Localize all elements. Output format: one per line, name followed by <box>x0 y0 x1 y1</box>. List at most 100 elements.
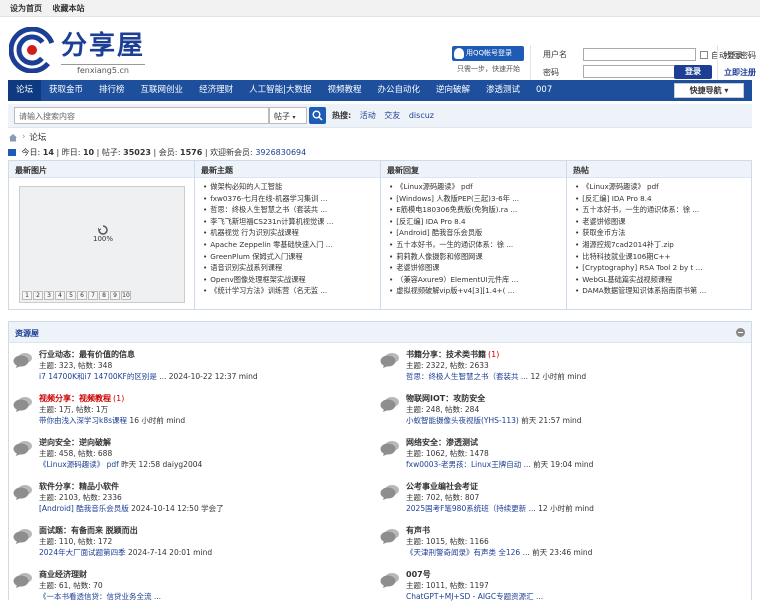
nav-item-startup[interactable]: 互联网创业 <box>133 80 192 101</box>
last-post-link[interactable]: 小蚁智能摄像头夜视版(YHS-113) <box>406 416 519 425</box>
slide-page-button[interactable]: 10 <box>121 291 131 300</box>
nav-item-forum[interactable]: 论坛 <box>8 80 42 101</box>
hot-post-link[interactable]: DAMA数据管理知识体系指南原书第 ... <box>575 285 747 297</box>
reply-link[interactable]: 五十本好书，一生的通识体系：徐 ... <box>389 239 562 251</box>
caret-down-icon: ▾ <box>724 86 729 95</box>
hot-search-link[interactable]: discuz <box>409 111 434 120</box>
hot-post-link[interactable]: 《Linux源码趣读》 pdf <box>575 181 747 193</box>
hot-post-link[interactable]: 老婆饼修图课 <box>575 216 747 228</box>
board-name[interactable]: 逆向安全：逆向破解 <box>39 438 111 447</box>
last-post-link[interactable]: 2024年大厂面试题第四季 <box>39 548 126 557</box>
board-name[interactable]: 物联网IOT：攻防安全 <box>406 394 485 403</box>
reply-link[interactable]: 莉莉教人像摄影和修图网课 <box>389 251 562 263</box>
last-post-link[interactable]: 带你由浅入深学习k8s课程 <box>39 416 127 425</box>
slide-page-button[interactable]: 4 <box>55 291 65 300</box>
slide-page-button[interactable]: 7 <box>88 291 98 300</box>
topic-link[interactable]: 做架构必知的人工智能 <box>203 181 376 193</box>
hot-post-link[interactable]: 比特科技就业课106期C++ <box>575 251 747 263</box>
board-name[interactable]: 有声书 <box>406 526 430 535</box>
nav-item-office[interactable]: 办公自动化 <box>369 80 428 101</box>
slide-page-button[interactable]: 9 <box>110 291 120 300</box>
logo-icon <box>8 26 56 74</box>
topic-link[interactable]: 哲思：终极人生智慧之书（套装共 ... <box>203 204 376 216</box>
new-member-link[interactable]: 3926830694 <box>255 148 306 157</box>
reply-link[interactable]: 老婆饼修图课 <box>389 262 562 274</box>
board-name[interactable]: 视频分享：视频教程 <box>39 394 111 403</box>
topic-link[interactable]: 李飞飞斯坦福CS231n计算机视觉课 ... <box>203 216 376 228</box>
hot-post-link[interactable]: 湘源控规7cad2014补丁.zip <box>575 239 747 251</box>
username-input[interactable] <box>583 48 696 61</box>
quick-nav-button[interactable]: 快捷导航 ▾ <box>674 83 744 98</box>
topic-link[interactable]: 《统计学习方法》训练营（名无监 ... <box>203 285 376 297</box>
last-post-link[interactable]: i7 14700K和i7 14700KF的区别是 ... <box>39 372 166 381</box>
hot-post-link[interactable]: [反汇编] IDA Pro 8.4 <box>575 193 747 205</box>
topic-link[interactable]: Openv图像处理框架实战课程 <box>203 274 376 286</box>
site-logo[interactable]: 分享屋 fenxiang5.cn <box>8 25 146 75</box>
board-name[interactable]: 公考事业编社会考证 <box>406 482 478 491</box>
nav-item-reverse[interactable]: 逆向破解 <box>428 80 478 101</box>
topic-link[interactable]: 机器视觉 行为识别实战课程 <box>203 227 376 239</box>
board-name[interactable]: 软件分享：精品小软件 <box>39 482 119 491</box>
login-button[interactable]: 登录 <box>674 65 712 79</box>
reply-link[interactable]: （兼容Axure9）ElementUI元件库 ... <box>389 274 562 286</box>
username-label: 用户名 <box>543 50 567 59</box>
slide-page-button[interactable]: 5 <box>66 291 76 300</box>
set-homepage-link[interactable]: 设为首页 <box>10 4 42 13</box>
board-name[interactable]: 007号 <box>406 570 431 579</box>
bookmark-link[interactable]: 收藏本站 <box>53 4 85 13</box>
hot-post-link[interactable]: WebGL基础篇实战视频课程 <box>575 274 747 286</box>
image-slideshow[interactable]: 100% 1 2 3 4 5 6 7 8 9 10 <box>19 186 185 303</box>
slide-page-button[interactable]: 2 <box>33 291 43 300</box>
category-title[interactable]: 资源屋 <box>9 322 751 343</box>
reply-link[interactable]: E筋模电180306免费版(免狗版).ra ... <box>389 204 562 216</box>
topic-link[interactable]: 语音识别实战系列课程 <box>203 262 376 274</box>
board-name[interactable]: 行业动态：最有价值的信息 <box>39 350 135 359</box>
nav-item-coins[interactable]: 获取金币 <box>41 80 91 101</box>
home-icon[interactable] <box>8 133 18 142</box>
board-name[interactable]: 面试题：有备而来 脱颖而出 <box>39 526 138 535</box>
last-post-link[interactable]: [Android] 酷我音乐会员版 <box>39 504 129 513</box>
slide-page-button[interactable]: 1 <box>22 291 32 300</box>
last-post-link[interactable]: 《Linux源码趣读》 pdf <box>39 460 119 469</box>
nav-item-ranking[interactable]: 排行榜 <box>91 80 133 101</box>
last-post-meta: 16 小时前 mind <box>129 416 186 425</box>
board-name[interactable]: 商业经济理财 <box>39 570 87 579</box>
hot-search-link[interactable]: 活动 <box>360 111 376 120</box>
search-input[interactable]: 请输入搜索内容 <box>14 107 269 124</box>
last-post-link[interactable]: 2025国考F笔980系统班（持续更新 ... <box>406 504 536 513</box>
nav-item-finance[interactable]: 经济理财 <box>191 80 241 101</box>
breadcrumb-current[interactable]: 论坛 <box>29 131 46 143</box>
last-post-link[interactable]: 《天津刑警奇闻录》有声类 全126 ... <box>406 548 530 557</box>
topic-link[interactable]: GreenPlum 保姆式入门课程 <box>203 251 376 263</box>
slide-page-button[interactable]: 8 <box>99 291 109 300</box>
last-post-link[interactable]: 哲思：终极人生智慧之书（套装共 ... <box>406 372 528 381</box>
search-type-select[interactable]: 帖子 ▾ <box>269 107 307 124</box>
hot-post-link[interactable]: 获取金币方法 <box>575 227 747 239</box>
reply-link[interactable]: 虚拟视频破解vip版+v4[3][1.4+( ... <box>389 285 562 297</box>
hot-post-link[interactable]: 五十本好书，一生的通识体系：徐 ... <box>575 204 747 216</box>
nav-item-007[interactable]: 007 <box>528 80 560 101</box>
reply-link[interactable]: [反汇编] IDA Pro 8.4 <box>389 216 562 228</box>
hot-post-link[interactable]: [Cryptography] RSA Tool 2 by t ... <box>575 262 747 274</box>
collapse-icon[interactable] <box>736 328 745 337</box>
board-counts: 主题: 323, 帖数: 348 <box>39 361 113 370</box>
search-button[interactable] <box>309 107 326 124</box>
last-post-link[interactable]: fxw0003-老男孩：Linux王牌自动 ... <box>406 460 531 469</box>
nav-item-pentest[interactable]: 渗透测试 <box>478 80 528 101</box>
board-name[interactable]: 书籍分享：技术类书籍 <box>406 350 486 359</box>
reply-link[interactable]: 《Linux源码趣读》 pdf <box>389 181 562 193</box>
reply-link[interactable]: [Windows] 人教版PEP(三起)3-6年 ... <box>389 193 562 205</box>
slide-page-button[interactable]: 6 <box>77 291 87 300</box>
topic-link[interactable]: Apache Zeppelin 零基础快速入门 ... <box>203 239 376 251</box>
topic-link[interactable]: fxw0376-七月在线-机器学习集训 ... <box>203 193 376 205</box>
board-name[interactable]: 网络安全：渗透测试 <box>406 438 478 447</box>
find-password-link[interactable]: 找回密码 <box>724 50 756 61</box>
qq-login-button[interactable]: 用QQ帐号登录 <box>452 46 524 61</box>
slide-page-button[interactable]: 3 <box>44 291 54 300</box>
auto-login-checkbox[interactable] <box>700 51 708 59</box>
reply-link[interactable]: [Android] 酷我音乐会员版 <box>389 227 562 239</box>
nav-item-video[interactable]: 视频教程 <box>319 80 369 101</box>
register-link[interactable]: 立即注册 <box>724 67 756 78</box>
hot-search-link[interactable]: 交友 <box>384 111 400 120</box>
nav-item-ai[interactable]: 人工智能|大数据 <box>241 80 319 101</box>
